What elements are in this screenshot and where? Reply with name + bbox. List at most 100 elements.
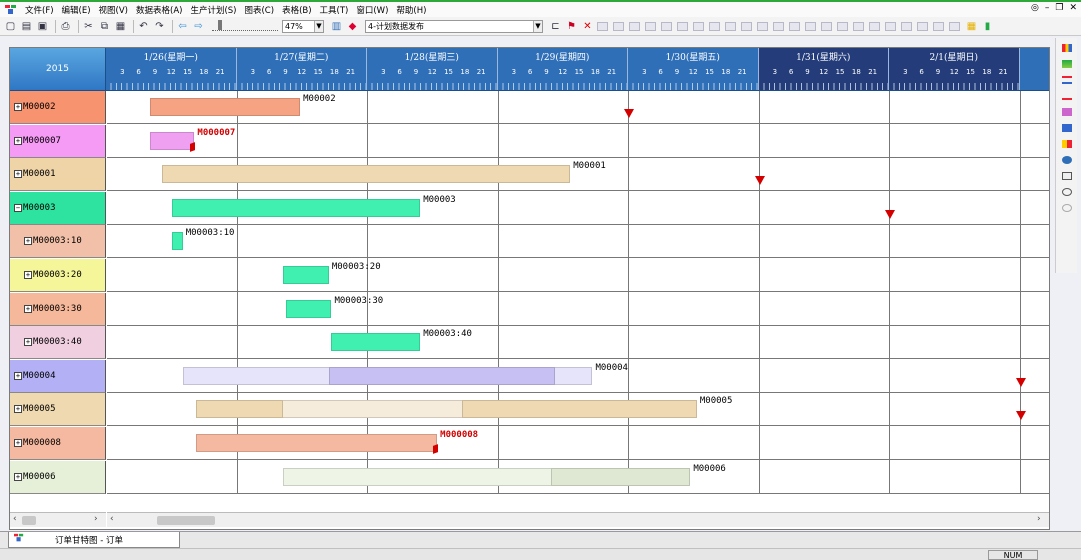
task-bar[interactable] (150, 98, 301, 116)
task-bar[interactable] (172, 232, 183, 251)
copy-icon[interactable]: ⧉ (98, 20, 111, 33)
list-icon[interactable] (1061, 76, 1072, 84)
link-tasks-icon[interactable]: ⊏ (549, 20, 562, 33)
task-bar[interactable] (461, 400, 697, 419)
scroll-thumb[interactable] (157, 516, 215, 525)
menu-item[interactable]: 工具(T) (316, 4, 353, 16)
grid-icon[interactable]: ▦ (965, 20, 978, 33)
due-date-marker-icon[interactable] (624, 109, 634, 118)
order-row-label[interactable]: + M000007 (10, 124, 106, 158)
order-row-label[interactable]: + M00002 (10, 91, 106, 124)
task-bar[interactable] (328, 366, 555, 385)
order-row-label[interactable]: + M00005 (10, 393, 106, 427)
line-icon[interactable] (1061, 92, 1072, 100)
align-icon[interactable] (613, 21, 624, 31)
minimize-icon[interactable]: – (1045, 3, 1050, 13)
align-icon[interactable] (773, 21, 784, 31)
menu-item[interactable]: 文件(F) (21, 4, 58, 16)
align-icon[interactable] (757, 21, 768, 31)
expand-icon[interactable]: + (14, 136, 22, 145)
save-icon[interactable]: ▣ (36, 20, 49, 33)
resource-icon[interactable] (1061, 60, 1072, 68)
collapse-icon[interactable]: − (14, 203, 22, 212)
expand-icon[interactable]: + (14, 170, 22, 179)
menu-item[interactable]: 编辑(E) (58, 4, 95, 16)
scroll-right-icon[interactable]: › (1037, 514, 1041, 524)
task-bar[interactable] (150, 131, 195, 150)
grid-hscrollbar[interactable]: ‹ › (107, 512, 1049, 527)
expand-icon[interactable]: + (14, 405, 22, 414)
expand-icon[interactable]: + (24, 237, 32, 246)
tab-order-gantt[interactable]: 订单甘特图 - 订单 (8, 532, 180, 548)
print-icon[interactable]: ⎙ (59, 20, 72, 33)
align-icon[interactable] (821, 21, 832, 31)
align-icon[interactable] (677, 21, 688, 31)
order-row-label[interactable]: + M00003:10 (10, 225, 106, 259)
redo-icon[interactable]: ↷ (153, 20, 166, 33)
scroll-left-icon[interactable]: ‹ (13, 514, 17, 524)
zoom-select[interactable]: 47% ▼ (282, 19, 324, 33)
scroll-thumb[interactable] (22, 516, 36, 525)
expand-icon[interactable]: + (14, 103, 22, 111)
expand-icon[interactable]: + (24, 304, 32, 313)
align-icon[interactable] (629, 21, 640, 31)
chart-icon[interactable]: ▮ (981, 20, 994, 33)
order-row-label[interactable]: + M00006 (10, 460, 106, 494)
expand-icon[interactable]: + (24, 338, 32, 347)
zoom-out-icon[interactable] (1061, 204, 1072, 212)
window-icon[interactable] (1061, 172, 1072, 180)
align-icon[interactable] (901, 21, 912, 31)
help-icon[interactable]: ◎ (1031, 3, 1039, 13)
menu-item[interactable]: 数据表格(A) (132, 4, 186, 16)
schedule-icon[interactable]: ◆ (346, 20, 359, 33)
align-icon[interactable] (805, 21, 816, 31)
chevron-down-icon[interactable]: ▼ (314, 20, 323, 32)
menu-item[interactable]: 帮助(H) (392, 4, 430, 16)
due-date-marker-icon[interactable] (754, 176, 765, 186)
zoom-slider-thumb[interactable] (218, 20, 222, 30)
task-bar[interactable] (172, 198, 421, 217)
new-file-icon[interactable]: ▢ (4, 20, 17, 33)
cut-icon[interactable]: ✂ (82, 20, 95, 33)
restore-icon[interactable]: ❐ (1055, 3, 1063, 13)
filter-icon[interactable] (1061, 124, 1072, 132)
expand-icon[interactable]: + (24, 271, 32, 279)
close-icon[interactable]: ✕ (1069, 3, 1077, 13)
palette-icon[interactable] (1061, 44, 1072, 52)
zoom-slider[interactable] (212, 20, 278, 31)
menu-item[interactable]: 生产计划(S) (186, 4, 240, 16)
highlight-icon[interactable] (1061, 140, 1072, 148)
order-row-label[interactable]: + M00003:40 (10, 326, 106, 360)
task-bar[interactable] (195, 434, 438, 452)
menu-item[interactable]: 窗口(W) (352, 4, 392, 16)
align-icon[interactable] (789, 21, 800, 31)
task-bar[interactable] (195, 400, 284, 419)
align-icon[interactable] (645, 21, 656, 31)
task-bar[interactable] (285, 299, 332, 318)
task-bar[interactable] (283, 266, 329, 284)
label-hscrollbar[interactable]: ‹ › (10, 512, 106, 527)
align-icon[interactable] (949, 21, 960, 31)
delete-icon[interactable]: ✕ (581, 20, 594, 33)
open-file-icon[interactable]: ▤ (20, 20, 33, 33)
align-icon[interactable] (597, 21, 608, 31)
gantt-view-icon[interactable]: ▥ (330, 20, 343, 33)
menu-item[interactable]: 视图(V) (95, 4, 132, 16)
task-bar[interactable] (331, 333, 421, 352)
flag-icon[interactable]: ⚑ (565, 20, 578, 33)
align-icon[interactable] (885, 21, 896, 31)
due-date-marker-icon[interactable] (1015, 377, 1026, 387)
order-row-label[interactable]: + M00003:30 (10, 292, 106, 326)
color-icon[interactable] (1061, 108, 1072, 116)
due-date-marker-icon[interactable] (1015, 411, 1026, 421)
align-icon[interactable] (661, 21, 672, 31)
align-icon[interactable] (933, 21, 944, 31)
scroll-left-icon[interactable]: ‹ (110, 514, 114, 524)
align-icon[interactable] (709, 21, 720, 31)
align-icon[interactable] (917, 21, 928, 31)
menu-item[interactable]: 图表(C) (240, 4, 278, 16)
order-row-label[interactable]: + M00003:20 (10, 259, 106, 292)
scroll-right-icon[interactable]: › (94, 514, 98, 524)
align-icon[interactable] (869, 21, 880, 31)
order-row-label[interactable]: − M00003 (10, 191, 106, 225)
